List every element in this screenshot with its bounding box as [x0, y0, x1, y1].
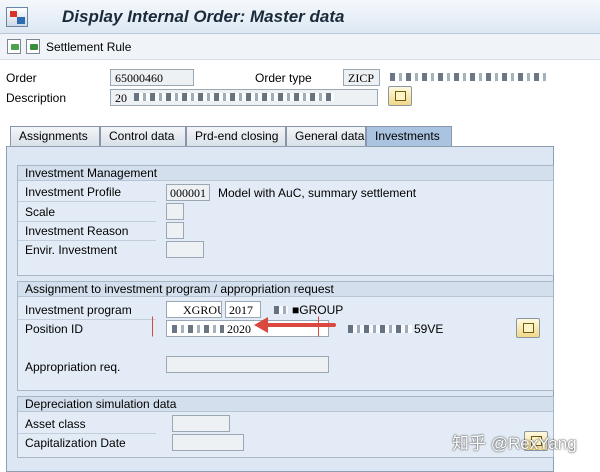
group-title: Assignment to investment program / appro… [18, 282, 553, 297]
asset-class-label: Asset class [18, 415, 156, 434]
capitalization-date-label: Capitalization Date [25, 436, 126, 450]
tab-control-data[interactable]: Control data [100, 126, 186, 146]
investment-reason-field[interactable] [166, 222, 184, 239]
window-title: Display Internal Order: Master data [62, 7, 345, 26]
position-id-text: 59VE [414, 322, 444, 336]
application-toolbar: Settlement Rule [0, 34, 600, 60]
tab-prd-end-closing[interactable]: Prd-end closing [186, 126, 286, 146]
tab-assignments[interactable]: Assignments [10, 126, 100, 146]
appropriation-req-field[interactable] [166, 356, 329, 373]
position-id-label: Position ID [25, 322, 84, 336]
order-type-field[interactable]: ZICP [343, 69, 380, 86]
description-value: 20 [115, 91, 127, 105]
settlement-rule-button[interactable]: Settlement Rule [46, 40, 131, 54]
investment-profile-label: Investment Profile [18, 183, 156, 202]
asset-class-field[interactable] [172, 415, 230, 432]
scale-label: Scale [18, 203, 156, 222]
order-type-text-redacted [390, 73, 548, 81]
capitalization-date-field[interactable] [172, 434, 244, 451]
description-redacted [134, 93, 334, 101]
scale-field[interactable] [166, 203, 184, 220]
program-text-redacted [274, 306, 288, 314]
order-label: Order [6, 71, 37, 85]
group-title: Depreciation simulation data [18, 397, 553, 412]
investment-program-label: Investment program [18, 301, 156, 320]
sap-app-icon[interactable] [6, 7, 28, 27]
description-field[interactable]: 20 [110, 89, 378, 106]
annotation-arrow-icon [254, 317, 336, 333]
navigate-position-button[interactable] [516, 318, 540, 338]
investments-tab-body: Investment Management Investment Profile… [6, 146, 554, 472]
tab-general-data[interactable]: General data [286, 126, 366, 146]
tab-investments[interactable]: Investments [366, 126, 452, 147]
appropriation-req-label: Appropriation req. [25, 360, 121, 374]
title-bar: Display Internal Order: Master data [0, 0, 600, 34]
investment-management-group: Investment Management Investment Profile… [17, 165, 554, 276]
create-icon[interactable] [7, 39, 21, 54]
watermark: 知乎 @RexYang [452, 434, 577, 453]
change-icon[interactable] [26, 39, 40, 54]
long-text-button[interactable] [388, 86, 412, 106]
position-text-redacted [348, 325, 412, 333]
order-type-label: Order type [255, 71, 312, 85]
investment-profile-field[interactable]: 000001 [166, 184, 210, 201]
investment-reason-label: Investment Reason [18, 222, 156, 241]
order-field[interactable]: 65000460 [110, 69, 194, 86]
envir-investment-field[interactable] [166, 241, 204, 258]
investment-program-value: XGROUP [183, 303, 221, 317]
group-title: Investment Management [18, 166, 553, 181]
description-label: Description [6, 91, 67, 105]
investment-profile-text: Model with AuC, summary settlement [218, 186, 417, 200]
envir-investment-label: Envir. Investment [25, 243, 118, 257]
